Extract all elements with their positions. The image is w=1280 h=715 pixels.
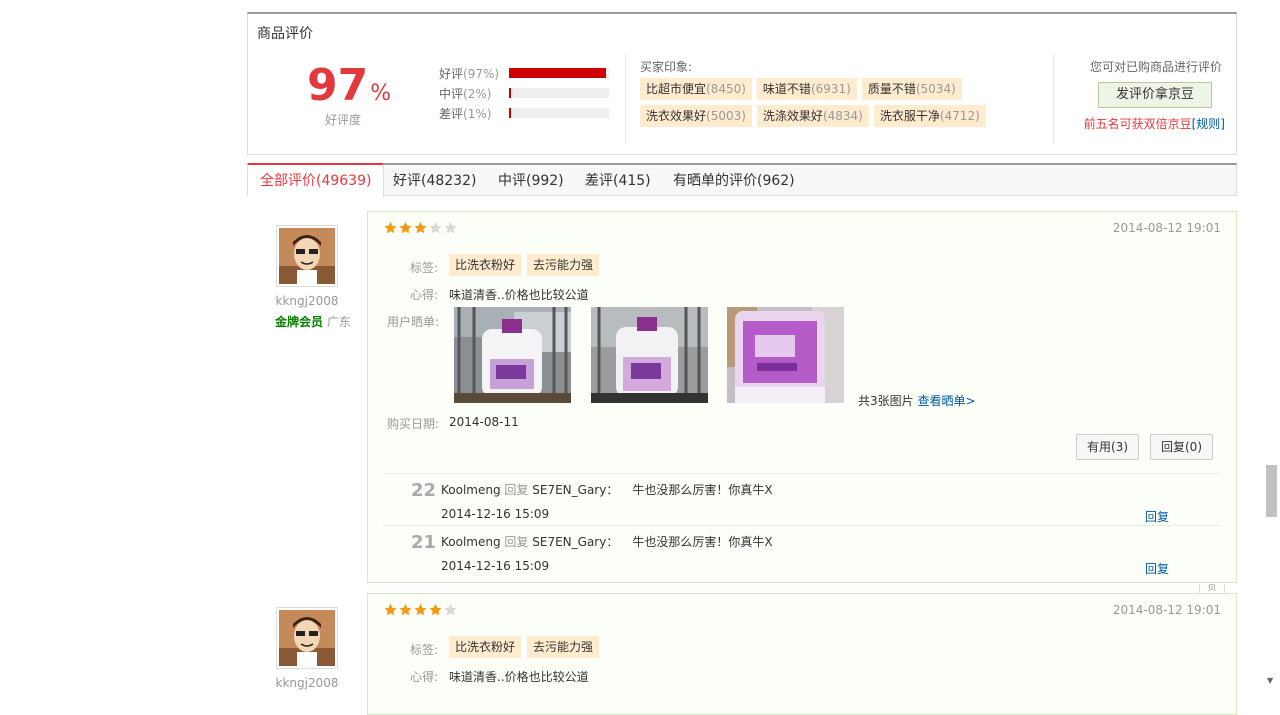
comment-text: 味道清香..价格也比较公道 — [449, 288, 589, 302]
section-title: 商品评价 — [257, 26, 313, 42]
write-review-button[interactable]: 发评价拿京豆 — [1098, 82, 1212, 108]
impression-list: 比超市便宜(8450) 味道不错(6931) 质量不错(5034) 洗衣效果好(500… — [640, 78, 1000, 132]
positive-rate-label: 好评度 — [325, 113, 362, 127]
useful-button[interactable]: 有用(3) — [1076, 434, 1139, 460]
username[interactable]: kkngj2008 — [275, 676, 339, 690]
review-tags: 比洗衣粉好 去污能力强 — [449, 254, 605, 276]
divider — [1053, 54, 1054, 144]
star-empty-icon — [444, 603, 457, 616]
reply-text: Koolmeng 回复 SE7EN_Gary： 牛也没那么厉害！你真牛X — [441, 483, 773, 497]
comment-text: 味道清香..价格也比较公道 — [449, 670, 589, 684]
reviewer-info: kkngj2008 金牌会员 广东 — [275, 225, 351, 330]
rating-summary: 商品评价 97% 好评度 好评(97%) 中评(2%) 差评(1%) 买家印象:… — [247, 12, 1237, 155]
tags-label: 标签: — [410, 643, 439, 657]
buy-date: 2014-08-11 — [449, 415, 519, 429]
star-empty-icon — [444, 221, 457, 234]
review-date: 2014-08-12 19:01 — [1112, 603, 1221, 617]
impression-tag[interactable]: 比超市便宜(8450) — [640, 78, 752, 100]
bar-fill — [509, 68, 606, 78]
star-filled-icon — [414, 603, 427, 616]
bar-fill — [509, 108, 511, 118]
impression-title: 买家印象: — [640, 60, 693, 74]
star-filled-icon — [399, 603, 412, 616]
username[interactable]: kkngj2008 — [275, 294, 339, 308]
reply-date: 2014-12-16 15:09 — [441, 507, 550, 521]
buy-date-label: 购买日期: — [387, 417, 440, 431]
star-empty-icon — [429, 221, 442, 234]
review-tag: 去污能力强 — [527, 636, 600, 658]
rules-link[interactable]: [规则] — [1192, 117, 1225, 131]
impression-tag[interactable]: 洗衣效果好(5003) — [640, 105, 752, 127]
review-filter-tabs: 全部评价(49639) 好评(48232) 中评(992) 差评(415) 有晒… — [247, 163, 1237, 197]
review-photo[interactable] — [591, 307, 708, 403]
review-card: 2014-08-12 19:01 标签: 比洗衣粉好 去污能力强 心得: 味道清香… — [367, 211, 1237, 583]
scrollbar-thumb[interactable] — [1266, 465, 1277, 517]
tags-label: 标签: — [410, 261, 439, 275]
review-date: 2014-08-12 19:01 — [1112, 221, 1221, 235]
reply-link[interactable]: 回复 — [1145, 560, 1169, 577]
floor-number: 21 — [411, 532, 437, 553]
impression-tag[interactable]: 洗涤效果好(4834) — [756, 105, 869, 127]
avatar[interactable] — [276, 607, 338, 669]
bonus-note: 前五名可获双倍京豆[规则] — [1083, 117, 1225, 131]
comment-label: 心得: — [410, 670, 439, 684]
page-scrollbar[interactable]: ▼ — [1263, 0, 1280, 689]
member-level: 金牌会员 广东 — [275, 315, 351, 329]
tab-neutral[interactable]: 中评(992) — [498, 165, 564, 195]
photos-label: 用户晒单: — [387, 315, 440, 329]
bar-fill — [509, 88, 511, 98]
star-rating — [383, 221, 458, 235]
floor-number: 22 — [411, 480, 437, 501]
reply-date: 2014-12-16 15:09 — [441, 559, 550, 573]
impression-tag[interactable]: 洗衣服干净(4712) — [873, 105, 986, 127]
reply-item: 21 Koolmeng 回复 SE7EN_Gary： 牛也没那么厉害！你真牛X 2… — [383, 525, 1221, 578]
tab-positive[interactable]: 好评(48232) — [393, 165, 476, 195]
review-prompt: 您可对已购商品进行评价 — [1089, 60, 1222, 74]
review-tag: 比洗衣粉好 — [449, 254, 522, 276]
divider — [625, 54, 626, 144]
reviewer-info: kkngj2008 — [275, 607, 339, 690]
star-filled-icon — [399, 221, 412, 234]
reply-item: 22 Koolmeng 回复 SE7EN_Gary： 牛也没那么厉害！你真牛X 2… — [383, 473, 1221, 526]
impression-tag[interactable]: 质量不错(5034) — [861, 78, 962, 100]
review-tag: 去污能力强 — [527, 254, 600, 276]
tab-with-photos[interactable]: 有晒单的评价(962) — [673, 165, 795, 195]
view-photos-link[interactable]: 查看晒单> — [917, 394, 975, 408]
star-filled-icon — [429, 603, 442, 616]
impression-tag[interactable]: 味道不错(6931) — [756, 78, 857, 100]
star-filled-icon — [384, 221, 397, 234]
review-tag: 比洗衣粉好 — [449, 636, 522, 658]
reply-button[interactable]: 回复(0) — [1150, 434, 1213, 460]
positive-rate: 97% — [307, 60, 392, 111]
star-rating — [383, 603, 458, 617]
review-photo[interactable] — [727, 307, 844, 403]
review-tags: 比洗衣粉好 去污能力强 — [449, 636, 605, 658]
reply-link[interactable]: 回复 — [1145, 508, 1169, 525]
review-card: 2014-08-12 19:01 标签: 比洗衣粉好 去污能力强 心得: 味道清香… — [367, 593, 1237, 715]
comment-label: 心得: — [410, 288, 439, 302]
photo-count: 共3张图片 查看晒单> — [858, 394, 976, 408]
scroll-down-arrow-icon[interactable]: ▼ — [1267, 676, 1273, 685]
tab-negative[interactable]: 差评(415) — [585, 165, 651, 195]
avatar[interactable] — [276, 225, 338, 287]
review-photo[interactable] — [454, 307, 571, 403]
star-filled-icon — [384, 603, 397, 616]
reply-text: Koolmeng 回复 SE7EN_Gary： 牛也没那么厉害！你真牛X — [441, 535, 773, 549]
tab-all[interactable]: 全部评价(49639) — [248, 163, 385, 197]
star-filled-icon — [414, 221, 427, 234]
